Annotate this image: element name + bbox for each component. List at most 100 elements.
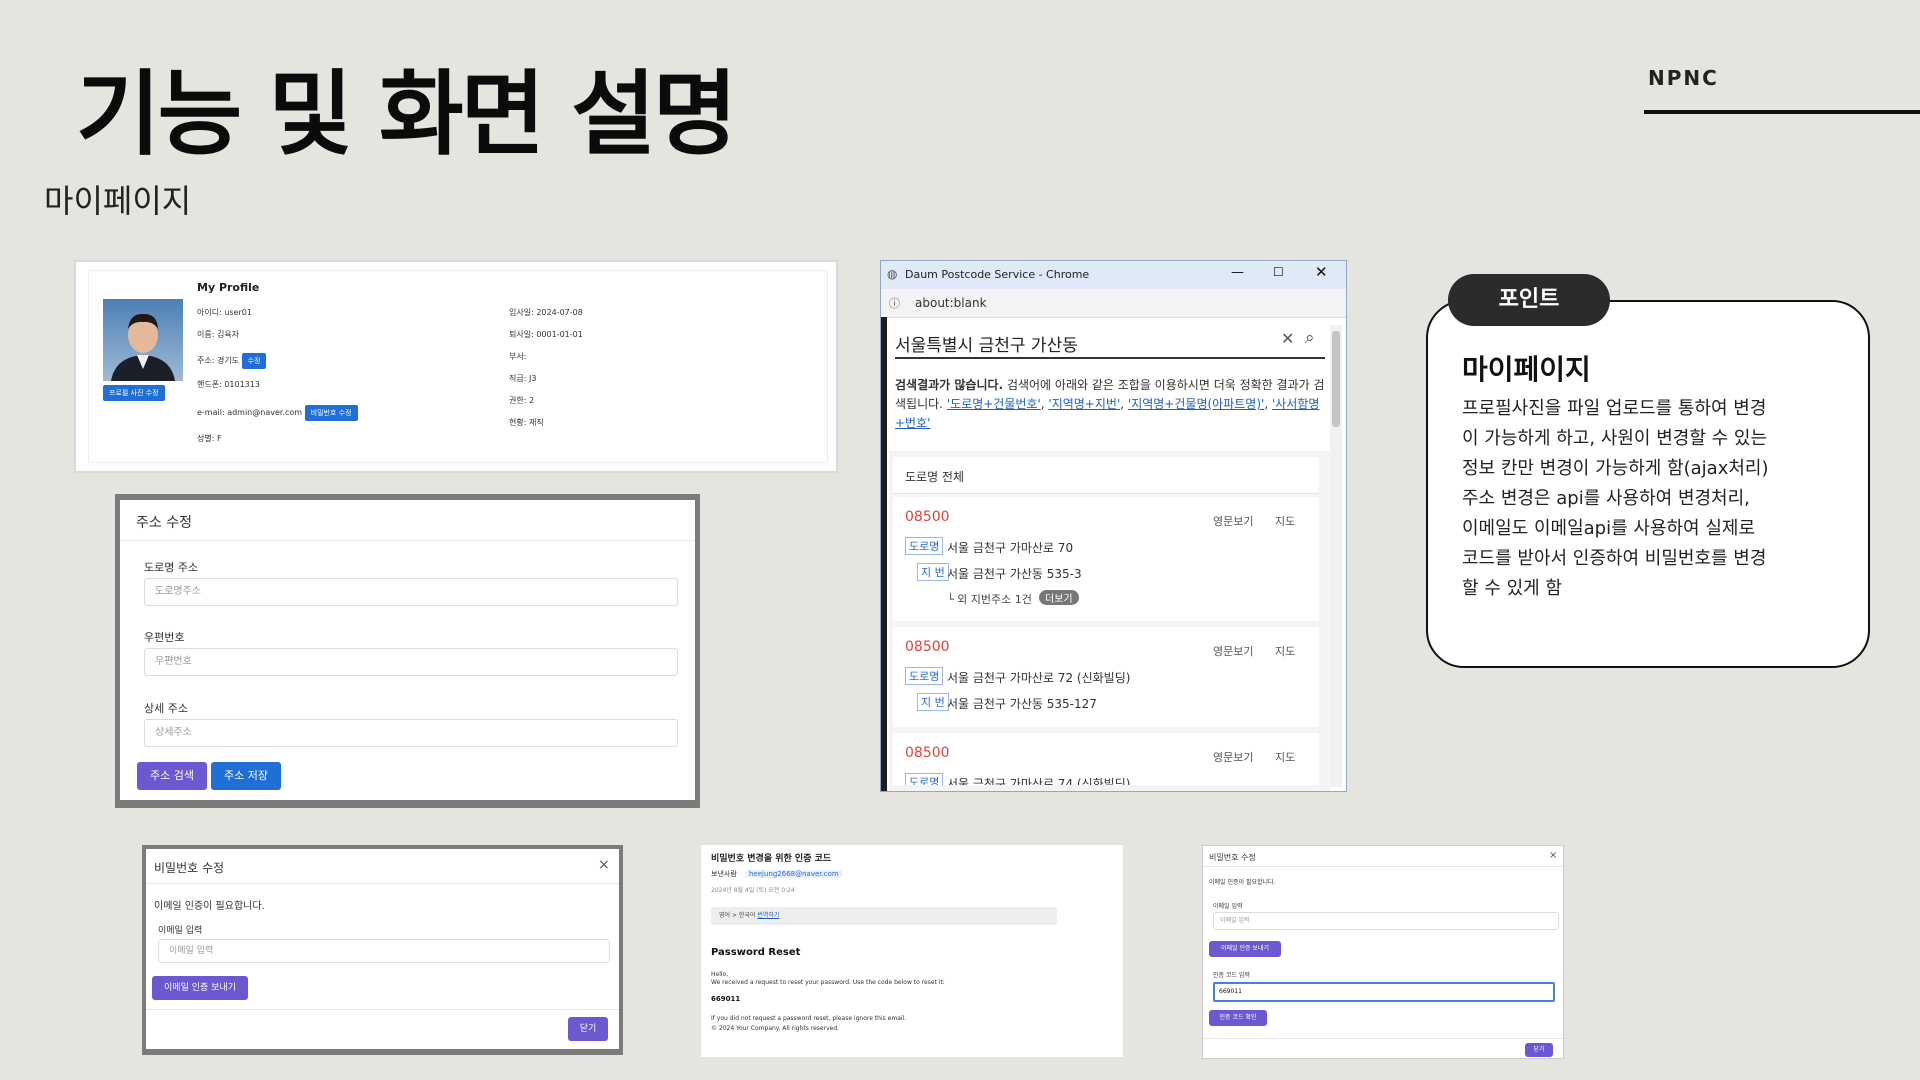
send-email-button[interactable]: 이메일 인증 보내기 bbox=[1209, 941, 1281, 957]
profile-field-id: 아이디: user01 bbox=[197, 308, 252, 317]
address-save-button[interactable]: 주소 저장 bbox=[211, 762, 281, 790]
translate-link[interactable]: 번역하기 bbox=[757, 912, 779, 919]
mail-code: 669011 bbox=[711, 995, 741, 1003]
detail-address-input[interactable]: 상세주소 bbox=[144, 719, 678, 747]
filter-bar[interactable]: 도로명 전체 bbox=[893, 457, 1319, 494]
email-input[interactable]: 이메일 입력 bbox=[158, 939, 610, 963]
close-button[interactable]: 닫기 bbox=[568, 1017, 608, 1041]
map-link[interactable]: 지도 bbox=[1275, 643, 1295, 659]
result-road[interactable]: 서울 금천구 가마산로 72 (신화빌딩) bbox=[947, 669, 1130, 686]
result-lot[interactable]: 서울 금천구 가산동 535-127 bbox=[947, 695, 1097, 712]
address-edit-button[interactable]: 수정 bbox=[241, 353, 267, 369]
map-link[interactable]: 지도 bbox=[1275, 749, 1295, 765]
point-callout: 마이페이지 프로필사진을 파일 업로드를 통하여 변경 이 가능하게 하고, 사… bbox=[1426, 300, 1870, 668]
translate-bar: 영어 > 한국어 번역하기 bbox=[711, 907, 1057, 925]
profile-heading: My Profile bbox=[197, 281, 260, 294]
detail-label: 상세 주소 bbox=[144, 702, 188, 715]
divider bbox=[146, 883, 619, 884]
divider bbox=[146, 1009, 619, 1010]
mail-subject: 비밀번호 변경을 위한 인증 코드 bbox=[711, 854, 832, 864]
more-button[interactable]: 더보기 bbox=[1039, 590, 1079, 605]
profile-photo bbox=[103, 299, 183, 381]
window-edge bbox=[881, 317, 887, 791]
map-link[interactable]: 지도 bbox=[1275, 513, 1295, 529]
clear-icon[interactable]: ✕ bbox=[1281, 329, 1294, 348]
road-address-input[interactable]: 도로명주소 bbox=[144, 578, 678, 606]
mail-heading: Password Reset bbox=[711, 947, 801, 958]
window-title: Daum Postcode Service - Chrome bbox=[905, 268, 1090, 281]
result-road[interactable]: 서울 금천구 가마산로 70 bbox=[947, 539, 1073, 556]
lot-tag: 지 번 bbox=[917, 693, 949, 711]
postcode-query: 서울특별시 금천구 가산동 bbox=[895, 336, 1078, 356]
profile-field-status: 현황: 재직 bbox=[509, 418, 544, 427]
email-panel: 비밀번호 변경을 위한 인증 코드 보낸사람 heejung2668@naver… bbox=[701, 845, 1123, 1057]
profile-photo-button[interactable]: 프로필 사진 수정 bbox=[103, 385, 165, 401]
postcode-search-box[interactable]: 서울특별시 금천구 가산동 ✕ ⌕ bbox=[895, 325, 1325, 359]
profile-field-rank: 직급: J3 bbox=[509, 374, 537, 383]
password-edit-button[interactable]: 비밀번호 수정 bbox=[304, 405, 358, 421]
result-road[interactable]: 서울 금천구 가마산로 74 (신화빌딩) bbox=[947, 775, 1130, 785]
result-item[interactable]: 08500 영문보기 지도 도로명 서울 금천구 가마산로 72 (신화빌딩) … bbox=[893, 627, 1319, 727]
hint-link[interactable]: '지역명+지번' bbox=[1048, 397, 1120, 411]
divider bbox=[1203, 1038, 1563, 1039]
mail-body: We received a request to reset your pass… bbox=[711, 979, 945, 986]
mail-sender-row: 보낸사람 heejung2668@naver.com bbox=[711, 869, 843, 879]
point-body: 프로필사진을 파일 업로드를 통하여 변경 이 가능하게 하고, 사원이 변경할… bbox=[1462, 398, 1769, 599]
result-extra: └ 외 지번주소 1건 bbox=[947, 593, 1032, 606]
password-verify-modal: 비밀번호 수정 × 이메일 인증이 필요합니다. 이메일 입력 이메일 입력 이… bbox=[1202, 845, 1564, 1059]
profile-panel: My Profile 프로필 사진 수정 아이디: user01 이름: 김육자… bbox=[74, 260, 838, 473]
mail-date: 2024년 8월 4일 (토) 오전 0:24 bbox=[711, 887, 795, 894]
maximize-icon[interactable]: ☐ bbox=[1273, 265, 1284, 279]
send-email-button[interactable]: 이메일 인증 보내기 bbox=[152, 976, 248, 1000]
divider bbox=[120, 540, 695, 541]
divider bbox=[1203, 866, 1563, 867]
road-label: 도로명 주소 bbox=[144, 561, 199, 574]
password-modal: 비밀번호 수정 × 이메일 인증이 필요합니다. 이메일 입력 이메일 입력 이… bbox=[146, 849, 619, 1049]
hint-link[interactable]: '도로명+건물번호' bbox=[947, 397, 1041, 411]
mail-ignore: If you did not request a password reset,… bbox=[711, 1015, 907, 1022]
close-icon[interactable]: × bbox=[598, 857, 610, 873]
mail-copyright: © 2024 Your Company. All rights reserved… bbox=[711, 1025, 840, 1032]
address-modal: 주소 수정 도로명 주소 도로명주소 우편번호 우편번호 상세 주소 상세주소 … bbox=[120, 500, 695, 800]
result-zip: 08500 bbox=[905, 639, 950, 655]
eng-view-link[interactable]: 영문보기 bbox=[1213, 749, 1253, 765]
profile-field-join: 입사일: 2024-07-08 bbox=[509, 308, 583, 317]
profile-field-leave: 퇴사일: 0001-01-01 bbox=[509, 330, 583, 339]
scrollbar[interactable] bbox=[1330, 325, 1342, 787]
hint-link[interactable]: '지역명+건물명(아파트명)' bbox=[1128, 397, 1264, 411]
eng-view-link[interactable]: 영문보기 bbox=[1213, 643, 1253, 659]
email-label: 이메일 입력 bbox=[1213, 903, 1243, 910]
result-item[interactable]: 08500 영문보기 지도 도로명 서울 금천구 가마산로 74 (신화빌딩) bbox=[893, 733, 1319, 785]
eng-view-link[interactable]: 영문보기 bbox=[1213, 513, 1253, 529]
code-input[interactable]: 669011 bbox=[1213, 982, 1555, 1002]
email-label: 이메일 입력 bbox=[158, 926, 203, 936]
address-modal-title: 주소 수정 bbox=[136, 515, 192, 531]
code-label: 인증 코드 입력 bbox=[1213, 972, 1250, 979]
result-lot[interactable]: 서울 금천구 가산동 535-3 bbox=[947, 565, 1082, 582]
url-text: about:blank bbox=[915, 296, 987, 310]
close-icon[interactable]: × bbox=[1549, 850, 1557, 861]
close-button[interactable]: 닫기 bbox=[1525, 1043, 1553, 1057]
profile-field-email: e-mail: admin@naver.com 비밀번호 수정 bbox=[197, 405, 358, 421]
zip-input[interactable]: 우편번호 bbox=[144, 648, 678, 676]
mail-sender[interactable]: heejung2668@naver.com bbox=[745, 870, 843, 878]
minimize-icon[interactable]: — bbox=[1231, 265, 1244, 280]
brand-underline bbox=[1644, 110, 1920, 114]
postcode-notice: 검색결과가 많습니다. 검색어에 아래와 같은 조합을 이용하시면 더욱 정확한… bbox=[895, 378, 1325, 430]
slide-title: 기능 및 화면 설명 bbox=[76, 61, 738, 168]
profile-field-dept: 부서: bbox=[509, 352, 527, 361]
result-item[interactable]: 08500 영문보기 지도 도로명 서울 금천구 가마산로 70 지 번 서울 … bbox=[893, 497, 1319, 621]
road-tag: 도로명 bbox=[905, 667, 944, 685]
email-input[interactable]: 이메일 입력 bbox=[1213, 912, 1559, 930]
lot-tag: 지 번 bbox=[917, 563, 949, 581]
password-modal-title: 비밀번호 수정 bbox=[1209, 853, 1256, 862]
profile-field-role: 권한: 2 bbox=[509, 396, 535, 405]
profile-field-address: 주소: 경기도 수정 bbox=[197, 353, 267, 369]
address-search-button[interactable]: 주소 검색 bbox=[137, 762, 207, 790]
verify-code-button[interactable]: 인증 코드 확인 bbox=[1209, 1010, 1267, 1026]
road-tag: 도로명 bbox=[905, 773, 944, 785]
brand-label: NPNC bbox=[1648, 66, 1719, 90]
postcode-window: ◍ Daum Postcode Service - Chrome — ☐ ✕ ⓘ… bbox=[880, 260, 1347, 792]
search-icon[interactable]: ⌕ bbox=[1305, 328, 1315, 348]
close-icon[interactable]: ✕ bbox=[1315, 263, 1328, 281]
